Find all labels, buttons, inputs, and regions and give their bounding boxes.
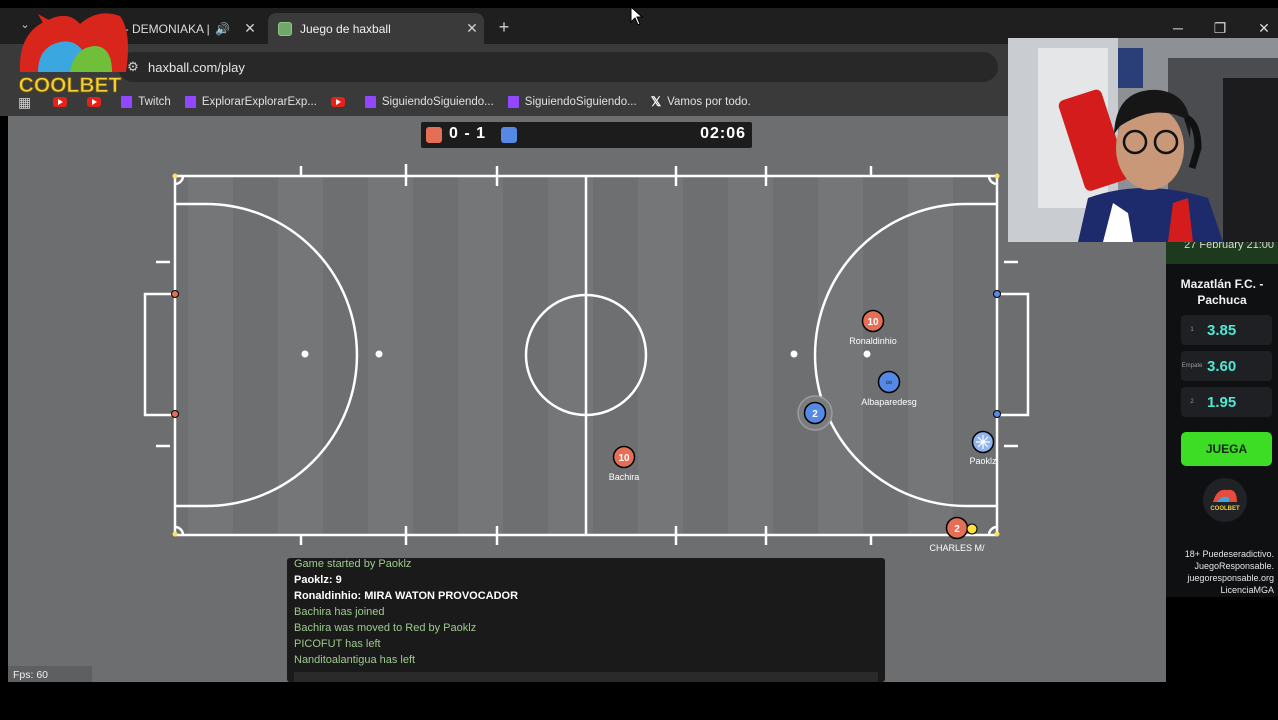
- chat-line: Nanditoalantigua has left: [294, 654, 416, 666]
- bookmarks-bar: ▦ Twitch ExplorarExplorarExp... Siguiend…: [0, 88, 1008, 116]
- fps-counter: Fps: 60: [8, 666, 92, 682]
- legal-line: juegoresponsable.org: [1187, 573, 1274, 583]
- chat-line: PICOFUT has left: [294, 638, 381, 650]
- close-tab-icon[interactable]: ✕: [238, 20, 262, 37]
- bookmark-siguiendo-1[interactable]: SiguiendoSiguiendo...: [364, 96, 494, 108]
- mouse-cursor-icon: [630, 6, 644, 26]
- match-clock: 02:06: [700, 125, 746, 142]
- player-avatar-icon: [976, 435, 990, 449]
- player-number: 10: [618, 453, 630, 464]
- odd-away[interactable]: 2 1.95: [1181, 387, 1272, 417]
- svg-text:COOLBET: COOLBET: [1210, 506, 1240, 512]
- bookmark-x[interactable]: 𝕏 Vamos por todo.: [651, 94, 751, 110]
- player-number: 10: [867, 317, 879, 328]
- bookmark-label: ExplorarExplorarExp...: [201, 96, 317, 108]
- player-number: 2: [954, 524, 960, 535]
- chat-panel: Game started by Paoklz Paoklz: 9 Ronaldi…: [287, 558, 885, 682]
- ball: [966, 523, 978, 535]
- bookmark-label: SiguiendoSiguiendo...: [381, 96, 494, 108]
- coolbet-logo-icon: COOLBET: [1203, 478, 1247, 522]
- match-line-1: Mazatlán F.C. -: [1180, 277, 1264, 291]
- minimize-icon[interactable]: ─: [1168, 20, 1188, 36]
- coolbet-wordmark: COOLBET: [19, 74, 122, 97]
- player-self[interactable]: 2: [797, 395, 833, 431]
- player-number: 2: [812, 409, 818, 420]
- odd-tag: Empate: [1181, 363, 1203, 369]
- juega-button[interactable]: JUEGA: [1181, 432, 1272, 466]
- coolbet-ad[interactable]: 27 February 21:00 Mazatlán F.C. - Pachuc…: [1166, 242, 1278, 597]
- close-tab-icon[interactable]: ✕: [460, 20, 484, 37]
- score-text: 0 - 1: [449, 125, 487, 142]
- match-title: Mazatlán F.C. - Pachuca: [1166, 276, 1278, 308]
- coolbet-overlay-logo: COOLBET: [18, 13, 128, 97]
- match-line-2: Pachuca: [1197, 293, 1247, 307]
- scoreboard: 0 - 1 02:06: [421, 122, 752, 148]
- browser-toolbar: ← → ↻ ⚙ haxball.com/play: [0, 44, 1008, 88]
- player-name: Bachira: [609, 472, 640, 482]
- player-avatar-icon: ∞: [886, 377, 892, 387]
- blue-team-icon: [501, 127, 517, 143]
- chat-line: Paoklz: 9: [294, 574, 342, 586]
- webcam-overlay: [1008, 38, 1278, 242]
- legal-line: 18+ Puedeseradictivo.: [1184, 549, 1274, 559]
- chat-line: Bachira was moved to Red by Paoklz: [294, 622, 477, 634]
- chat-line: Game started by Paoklz: [294, 558, 412, 570]
- restore-icon[interactable]: ❐: [1210, 20, 1230, 37]
- player-name: Ronaldinhio: [849, 336, 897, 346]
- haxball-favicon-icon: [278, 21, 292, 36]
- legal-line: JuegoResponsable.: [1194, 561, 1274, 571]
- speaker-icon[interactable]: 🔊: [215, 22, 230, 36]
- match-date: 27 February 21:00: [1184, 242, 1274, 251]
- close-window-icon[interactable]: ✕: [1254, 20, 1274, 37]
- legal-text: 18+ Puedeseradictivo. JuegoResponsable. …: [1166, 548, 1278, 596]
- chat-input[interactable]: [294, 672, 878, 682]
- pitch[interactable]: 10 Ronaldinhio ∞ Albaparedesg 2 10 Bachi…: [8, 148, 1048, 558]
- bookmark-explorar[interactable]: ExplorarExplorarExp...: [184, 96, 317, 108]
- bookmark-label: Vamos por todo.: [667, 96, 751, 108]
- bookmark-label: Twitch: [138, 96, 171, 108]
- odd-value: 1.95: [1207, 393, 1237, 411]
- twitch-icon: [364, 96, 376, 108]
- bookmark-label: SiguiendoSiguiendo...: [524, 96, 637, 108]
- twitch-icon: [184, 96, 196, 108]
- odd-tag: 1: [1190, 327, 1194, 333]
- youtube-icon: [330, 97, 345, 107]
- legal-line: LicenciaMGA: [1220, 585, 1274, 595]
- odd-value: 3.85: [1207, 321, 1237, 339]
- player-name: Paoklz: [969, 456, 997, 466]
- player-name: Albaparedesg: [861, 397, 917, 407]
- bookmark-youtube-3[interactable]: [330, 97, 351, 107]
- chat-line: Bachira has joined: [294, 606, 385, 618]
- player-name: CHARLES M/: [929, 543, 985, 553]
- url-text: haxball.com/play: [148, 59, 245, 75]
- odd-home[interactable]: 1 3.85: [1181, 315, 1272, 345]
- address-bar[interactable]: ⚙ haxball.com/play: [118, 52, 998, 82]
- tab-juego-de-haxball[interactable]: Juego de haxball ✕: [268, 13, 484, 44]
- new-tab-button[interactable]: +: [494, 17, 514, 38]
- x-icon: 𝕏: [650, 94, 662, 109]
- odd-draw[interactable]: Empate 3.60: [1181, 351, 1272, 381]
- bookmark-siguiendo-2[interactable]: SiguiendoSiguiendo...: [507, 96, 637, 108]
- streamer-image: [1008, 38, 1278, 242]
- odd-value: 3.60: [1207, 357, 1237, 375]
- tab-title: Juego de haxball: [300, 21, 391, 36]
- twitch-icon: [507, 96, 519, 108]
- odd-tag: 2: [1190, 399, 1194, 405]
- red-team-icon: [426, 127, 442, 143]
- chat-line: Ronaldinhio: MIRA WATON PROVOCADOR: [294, 590, 519, 602]
